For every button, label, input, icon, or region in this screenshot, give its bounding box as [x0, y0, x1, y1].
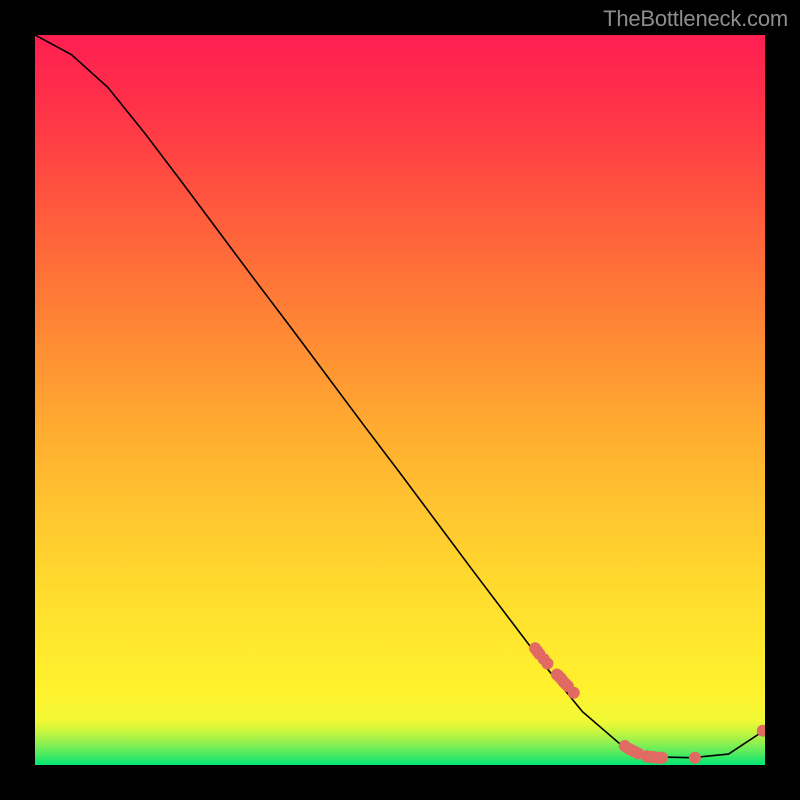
- bottleneck-curve: [35, 35, 765, 758]
- plot-area: [35, 35, 765, 765]
- data-markers: [529, 642, 765, 764]
- data-marker: [689, 752, 701, 764]
- plot-overlay: [35, 35, 765, 765]
- data-marker: [656, 752, 668, 764]
- credit-label: TheBottleneck.com: [603, 6, 788, 32]
- data-marker: [541, 658, 553, 670]
- data-marker: [568, 687, 580, 699]
